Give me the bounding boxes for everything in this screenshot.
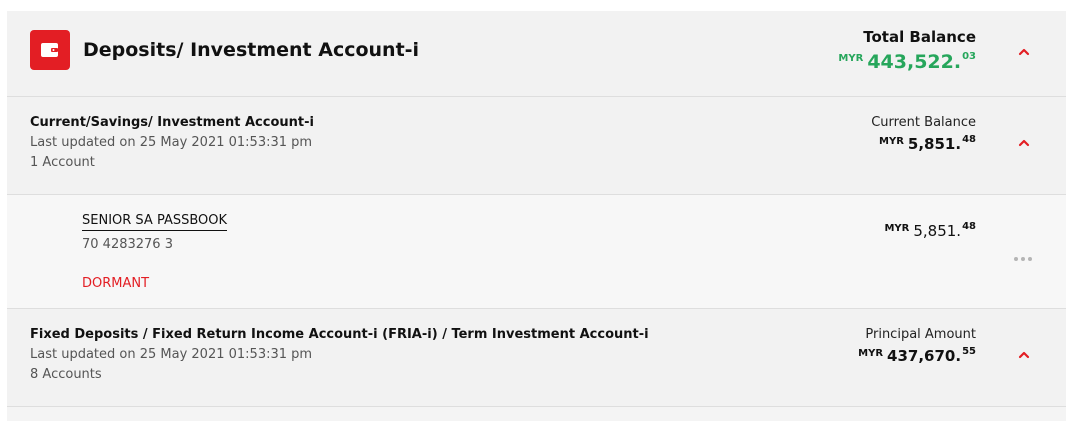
- section-header[interactable]: Deposits/ Investment Account-i Total Bal…: [7, 11, 1066, 97]
- account-cents: 48: [962, 221, 976, 232]
- fixed-whole: 437,670.: [887, 347, 962, 365]
- chevron-up-icon[interactable]: [1018, 137, 1030, 149]
- chevron-up-icon[interactable]: [1018, 349, 1030, 361]
- section-title: Deposits/ Investment Account-i: [83, 39, 420, 61]
- fixed-last-updated: Last updated on 25 May 2021 01:53:31 pm: [30, 347, 313, 362]
- current-balance-label: Current Balance: [871, 115, 976, 130]
- account-row[interactable]: SENIOR SA PASSBOOK 70 4283276 3 DORMANT …: [7, 195, 1066, 309]
- total-balance-amount: MYR 443,522.03: [838, 51, 976, 73]
- fixed-cents: 55: [962, 346, 976, 357]
- casa-group-header[interactable]: Current/Savings/ Investment Account-i La…: [7, 97, 1066, 195]
- deposits-panel: Deposits/ Investment Account-i Total Bal…: [7, 11, 1066, 421]
- total-balance-label: Total Balance: [863, 28, 976, 46]
- fixed-currency: MYR: [858, 348, 884, 359]
- casa-last-updated: Last updated on 25 May 2021 01:53:31 pm: [30, 135, 313, 150]
- casa-group-title: Current/Savings/ Investment Account-i: [30, 115, 314, 130]
- casa-account-count: 1 Account: [30, 155, 95, 170]
- fixed-group-title: Fixed Deposits / Fixed Return Income Acc…: [30, 327, 649, 342]
- casa-currency: MYR: [879, 136, 904, 147]
- fixed-account-count: 8 Accounts: [30, 367, 102, 382]
- casa-cents: 48: [962, 134, 976, 145]
- principal-amount: MYR 437,670.55: [858, 346, 976, 365]
- current-balance-amount: MYR 5,851.48: [879, 134, 976, 153]
- total-currency: MYR: [838, 53, 864, 64]
- wallet-icon: [30, 30, 70, 70]
- total-whole: 443,522.: [867, 51, 962, 73]
- account-status-badge: DORMANT: [82, 276, 150, 291]
- principal-amount-label: Principal Amount: [865, 327, 976, 342]
- account-number: 70 4283276 3: [82, 237, 173, 252]
- account-name-link[interactable]: SENIOR SA PASSBOOK: [82, 213, 228, 231]
- account-currency: MYR: [884, 223, 910, 234]
- casa-whole: 5,851.: [907, 135, 962, 153]
- account-balance: MYR 5,851.48: [884, 221, 976, 240]
- chevron-up-icon[interactable]: [1018, 46, 1030, 58]
- account-whole: 5,851.: [913, 222, 962, 240]
- fixed-deposit-group-header[interactable]: Fixed Deposits / Fixed Return Income Acc…: [7, 309, 1066, 407]
- more-options-icon[interactable]: [1013, 247, 1033, 261]
- total-cents: 03: [962, 51, 976, 62]
